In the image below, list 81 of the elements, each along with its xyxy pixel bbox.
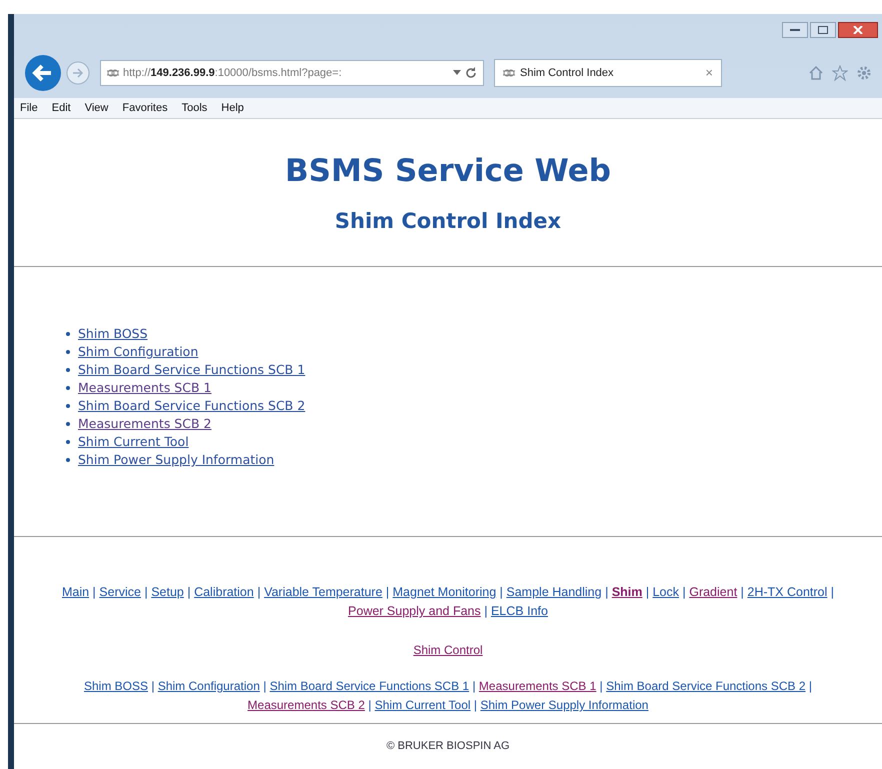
separator-text: |: [474, 698, 478, 712]
nav-link[interactable]: Shim Configuration: [158, 679, 260, 693]
nav-link[interactable]: Magnet Monitoring: [392, 585, 496, 599]
nav-link[interactable]: Power Supply and Fans: [348, 604, 481, 618]
page-link[interactable]: Shim Power Supply Information: [78, 451, 274, 469]
close-button[interactable]: [838, 22, 878, 38]
nav-link[interactable]: Shim Board Service Functions SCB 2: [606, 679, 806, 693]
nav-link[interactable]: Measurements SCB 1: [478, 679, 596, 693]
nav-link[interactable]: Variable Temperature: [264, 585, 382, 599]
tab-close-button[interactable]: ×: [705, 63, 713, 83]
nav-link[interactable]: Service: [99, 585, 141, 599]
separator-text: |: [484, 604, 488, 618]
separator-text: |: [646, 585, 650, 599]
dropdown-icon[interactable]: [453, 70, 461, 76]
menu-item[interactable]: Tools: [182, 100, 208, 116]
separator-text: |: [187, 585, 191, 599]
nav-link[interactable]: Gradient: [689, 585, 738, 599]
separator-text: |: [500, 585, 503, 599]
bullet-icon: [66, 440, 70, 444]
refresh-icon[interactable]: [465, 67, 477, 79]
page-link[interactable]: Shim Board Service Functions SCB 2: [78, 397, 306, 415]
page-title: BSMS Service Web: [285, 152, 611, 190]
nav-link[interactable]: Shim BOSS: [84, 679, 148, 693]
address-bar[interactable]: http://149.236.99.9:10000/bsms.html?page=:: [100, 60, 484, 86]
minimize-button[interactable]: [782, 22, 808, 38]
page-link[interactable]: Measurements SCB 1: [78, 379, 212, 397]
separator-text: |: [600, 679, 603, 693]
menu-item[interactable]: Help: [221, 100, 244, 116]
separator-text: |: [682, 585, 686, 599]
star-icon[interactable]: [832, 65, 848, 81]
nav-link[interactable]: Shim Current Tool: [374, 698, 471, 712]
url-text: http://149.236.99.9:10000/bsms.html?page=:: [123, 66, 343, 81]
nav-link[interactable]: Shim Board Service Functions SCB 1: [270, 679, 470, 693]
separator-text: |: [92, 585, 96, 599]
separator-text: |: [472, 679, 476, 693]
separator-text: |: [605, 585, 608, 599]
separator-text: |: [386, 585, 390, 599]
section-link[interactable]: Shim Control: [413, 643, 483, 657]
bullet-icon: [66, 350, 70, 354]
nav-link[interactable]: Sample Handling: [506, 585, 602, 599]
bullet-icon: [66, 422, 70, 426]
separator-text: |: [263, 679, 266, 693]
page-link[interactable]: Shim Configuration: [78, 343, 198, 361]
nav-link[interactable]: Measurements SCB 2: [248, 698, 365, 712]
close-icon: [853, 26, 863, 34]
nav-link[interactable]: Setup: [151, 585, 184, 599]
nav-link[interactable]: Calibration: [194, 585, 254, 599]
separator-text: |: [830, 585, 834, 599]
maximize-button[interactable]: [810, 22, 836, 38]
copyright-text: © BRUKER BIOSPIN AG: [385, 739, 511, 754]
separator-text: |: [151, 679, 154, 693]
separator-text: |: [368, 698, 372, 712]
page-link[interactable]: Shim BOSS: [78, 325, 148, 343]
nav-link[interactable]: Shim Power Supply Information: [480, 698, 648, 712]
browser-tab[interactable]: Shim Control Index ×: [494, 59, 722, 87]
maximize-icon: [818, 26, 828, 34]
tab-title: Shim Control Index: [520, 66, 615, 81]
page-link[interactable]: Shim Current Tool: [78, 433, 189, 451]
menu-item[interactable]: Edit: [52, 100, 71, 116]
menu-item[interactable]: File: [20, 100, 38, 116]
separator-text: |: [144, 585, 148, 599]
page-link[interactable]: Shim Board Service Functions SCB 1: [78, 361, 306, 379]
separator-text: |: [257, 585, 261, 599]
nav-link[interactable]: Lock: [652, 585, 679, 599]
bullet-icon: [66, 458, 70, 462]
nav-link[interactable]: Main: [62, 585, 90, 599]
separator-text: |: [808, 679, 812, 693]
nav-link[interactable]: Shim: [612, 585, 642, 599]
separator-text: |: [740, 585, 744, 599]
bullet-icon: [66, 332, 70, 336]
bullet-icon: [66, 386, 70, 390]
page-subtitle: Shim Control Index: [334, 208, 562, 235]
page-link[interactable]: Measurements SCB 2: [78, 415, 212, 433]
bullet-icon: [66, 368, 70, 372]
nav-link[interactable]: 2H-TX Control: [747, 585, 828, 599]
minimize-icon: [790, 28, 800, 32]
bullet-icon: [66, 404, 70, 408]
nav-link[interactable]: ELCB Info: [490, 604, 548, 618]
back-button[interactable]: [24, 54, 62, 92]
menu-item[interactable]: Favorites: [122, 100, 168, 116]
menu-item[interactable]: View: [84, 100, 108, 116]
